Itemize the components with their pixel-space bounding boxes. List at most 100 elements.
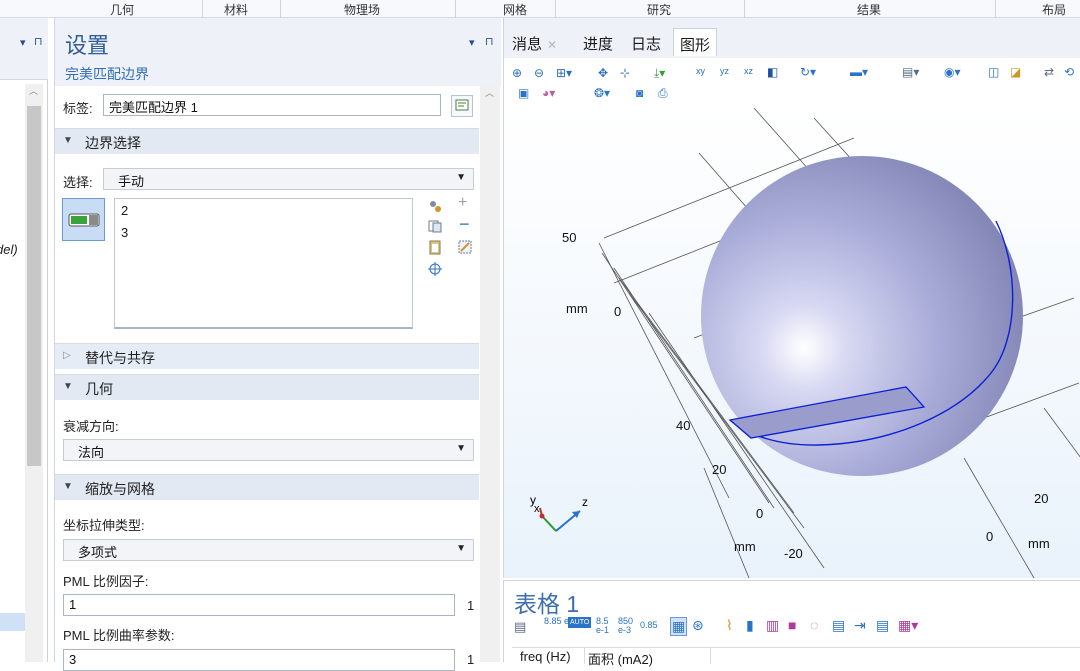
link-icon[interactable]: ⇄ (1044, 65, 1054, 79)
pml-scale-unit: 1 (467, 598, 475, 613)
wireframe-render-icon[interactable]: ▬▾ (850, 65, 868, 79)
model-3d-view[interactable]: 50 mm 0 40 20 0 mm -20 20 0 mm y x z (504, 107, 1080, 579)
pml-sphere[interactable] (701, 156, 1023, 476)
table-panel: 表格 1 ▤ 8.85 e-12 AUTO 8.5 e-1 850 e-3 0.… (503, 580, 1080, 667)
tab-graphics[interactable]: 图形 (673, 28, 718, 56)
refresh-icon[interactable]: ⟲ (1064, 65, 1074, 79)
triad-x-label: x (534, 503, 540, 515)
graphics-panel: 消息 ✕ 进度 日志 图形 ⊕ ⊖ ⊞▾ ✥ ⊹ ⤓▾ xy yz xz ◧ ↻▾… (503, 18, 1080, 579)
color-icon[interactable]: ■ (788, 617, 796, 633)
pml-curvature-unit: 1 (467, 652, 475, 667)
selection-list[interactable]: 2 3 (114, 198, 413, 329)
model-tree-scrollbar[interactable]: ︿ (25, 84, 43, 662)
tree-selected-row[interactable] (0, 613, 25, 631)
full-precision-icon[interactable]: ▤ (876, 617, 889, 634)
selection-dropdown[interactable]: 手动 ▼ (103, 168, 474, 190)
view-yz-icon[interactable]: yz (720, 66, 729, 76)
selection-list-item[interactable]: 3 (121, 225, 128, 240)
rename-label-button[interactable] (451, 95, 473, 117)
zoom-to-selection-icon[interactable] (427, 261, 443, 277)
axis-tick-label: 20 (712, 462, 726, 477)
section-scaling-mesh[interactable]: ▼ 缩放与网格 (55, 474, 479, 500)
camera-projection-icon[interactable]: ◧ (767, 65, 778, 79)
copy-table-icon[interactable]: ▤ (832, 617, 845, 634)
view-xz-icon[interactable]: xz (744, 66, 753, 76)
scroll-thumb[interactable] (27, 106, 41, 466)
selection-list-item[interactable]: 2 (121, 203, 128, 218)
image-snapshot-icon[interactable]: ▣ (518, 86, 529, 100)
pml-scale-field[interactable]: 1 (63, 594, 455, 616)
plot-icon[interactable]: ▥ (766, 617, 779, 634)
format-8.5e-1-button[interactable]: 8.5 e-1 (596, 617, 612, 635)
tab-messages[interactable]: 消息 ✕ (506, 28, 563, 56)
table-view-icon[interactable]: ▦ (670, 617, 688, 636)
settings-header: 设置 完美匹配边界 ▾ ⊓ (55, 18, 501, 86)
broom-icon[interactable]: ⌇ (726, 617, 733, 634)
tree-node-partial-label: del) (0, 242, 18, 257)
format-0.85-button[interactable]: 0.85 (640, 620, 658, 630)
axis-tick-label: 20 (1034, 491, 1048, 506)
table-header-row: freq (Hz) 面积 (mA2) (512, 647, 1080, 667)
color-table-icon[interactable]: ◕▾ (542, 86, 555, 100)
graphics-viewport[interactable]: 50 mm 0 40 20 0 mm -20 20 0 mm y x z (504, 107, 1080, 579)
tab-log[interactable]: 日志 (625, 28, 667, 56)
ribbon-group-study: 研究 (647, 3, 672, 17)
scroll-up-arrow-icon[interactable]: ︿ (29, 84, 38, 97)
format-850e-3-button[interactable]: 850 e-3 (618, 617, 636, 635)
delete-icon[interactable]: ▮ (746, 617, 754, 634)
paste-selection-icon[interactable] (427, 198, 443, 214)
table-icon[interactable]: ▤ (514, 619, 526, 635)
zoom-extents-icon[interactable]: ✥ (598, 66, 608, 80)
model-builder-header: ▾ ⊓ (0, 18, 48, 80)
axes-orientation-icon[interactable]: ⤓▾ (654, 66, 665, 81)
table-column-header[interactable]: 面积 (mA2) (588, 649, 653, 668)
select-mode-icon[interactable]: ▤▾ (902, 65, 919, 79)
grid-icon[interactable]: ⊛ (692, 617, 704, 634)
axis-tick-label: 0 (614, 304, 621, 319)
zoom-out-icon[interactable]: ⊖ (534, 66, 544, 80)
scene-light-icon[interactable]: ◪ (1010, 65, 1021, 79)
zoom-selected-icon[interactable]: ⊹ (620, 66, 630, 80)
reset-view-icon[interactable]: ↻▾ (800, 65, 816, 79)
transparency-icon[interactable]: ◫ (988, 65, 999, 79)
pane-menu-icon[interactable]: ▾ (20, 36, 26, 49)
pane-menu-icon[interactable]: ▾ (469, 36, 475, 49)
close-icon[interactable]: ✕ (547, 38, 557, 52)
add-icon[interactable]: + (458, 194, 467, 212)
decay-direction-dropdown[interactable]: 法向 ▼ (63, 439, 474, 461)
pin-icon[interactable]: ⊓ (485, 35, 494, 48)
view-xy-icon[interactable]: xy (696, 66, 705, 76)
settings-gear-icon[interactable]: ❂▾ (594, 86, 610, 100)
settings-scrollbar[interactable]: ︿ (480, 86, 500, 662)
section-geometry[interactable]: ▼ 几何 (55, 374, 479, 400)
render-mode-icon[interactable]: ◉▾ (944, 65, 961, 79)
pin-icon[interactable]: ⊓ (34, 35, 43, 48)
section-boundary-selection[interactable]: ▼ 边界选择 (55, 128, 479, 154)
zoom-box-icon[interactable]: ⊞▾ (556, 66, 572, 80)
ribbon-group-physics: 物理场 (344, 3, 381, 17)
camera-icon[interactable]: ◙ (636, 86, 643, 100)
label-field[interactable]: 完美匹配边界 1 (103, 94, 441, 116)
axis-unit-label: mm (566, 301, 588, 316)
remove-icon[interactable]: − (459, 214, 470, 235)
scroll-up-arrow-icon[interactable]: ︿ (485, 86, 494, 99)
clipboard-icon[interactable] (427, 239, 443, 255)
export-icon[interactable]: ◌ (810, 617, 818, 633)
save-table-icon[interactable]: ⇥ (854, 617, 866, 634)
axis-tick-label: 0 (756, 506, 763, 521)
section-override-coexistence[interactable]: ▷ 替代与共存 (55, 343, 479, 369)
table-settings-icon[interactable]: ▦▾ (898, 617, 918, 634)
stretch-type-dropdown[interactable]: 多项式 ▼ (63, 539, 474, 561)
zoom-in-icon[interactable]: ⊕ (512, 66, 522, 80)
settings-title: 设置 (65, 33, 110, 58)
copy-selection-icon[interactable] (427, 218, 443, 234)
print-icon[interactable]: ⎙ (658, 86, 668, 101)
clear-selection-icon[interactable] (457, 239, 473, 255)
pml-curvature-field[interactable]: 3 (63, 649, 455, 671)
collapse-arrow-icon: ▼ (63, 135, 73, 146)
tab-progress[interactable]: 进度 (577, 28, 619, 56)
format-auto-button[interactable]: AUTO (568, 617, 592, 628)
decay-direction-caption: 衰减方向: (63, 419, 119, 434)
settings-subtitle: 完美匹配边界 (65, 66, 149, 82)
activate-selection-toggle[interactable] (62, 198, 105, 241)
